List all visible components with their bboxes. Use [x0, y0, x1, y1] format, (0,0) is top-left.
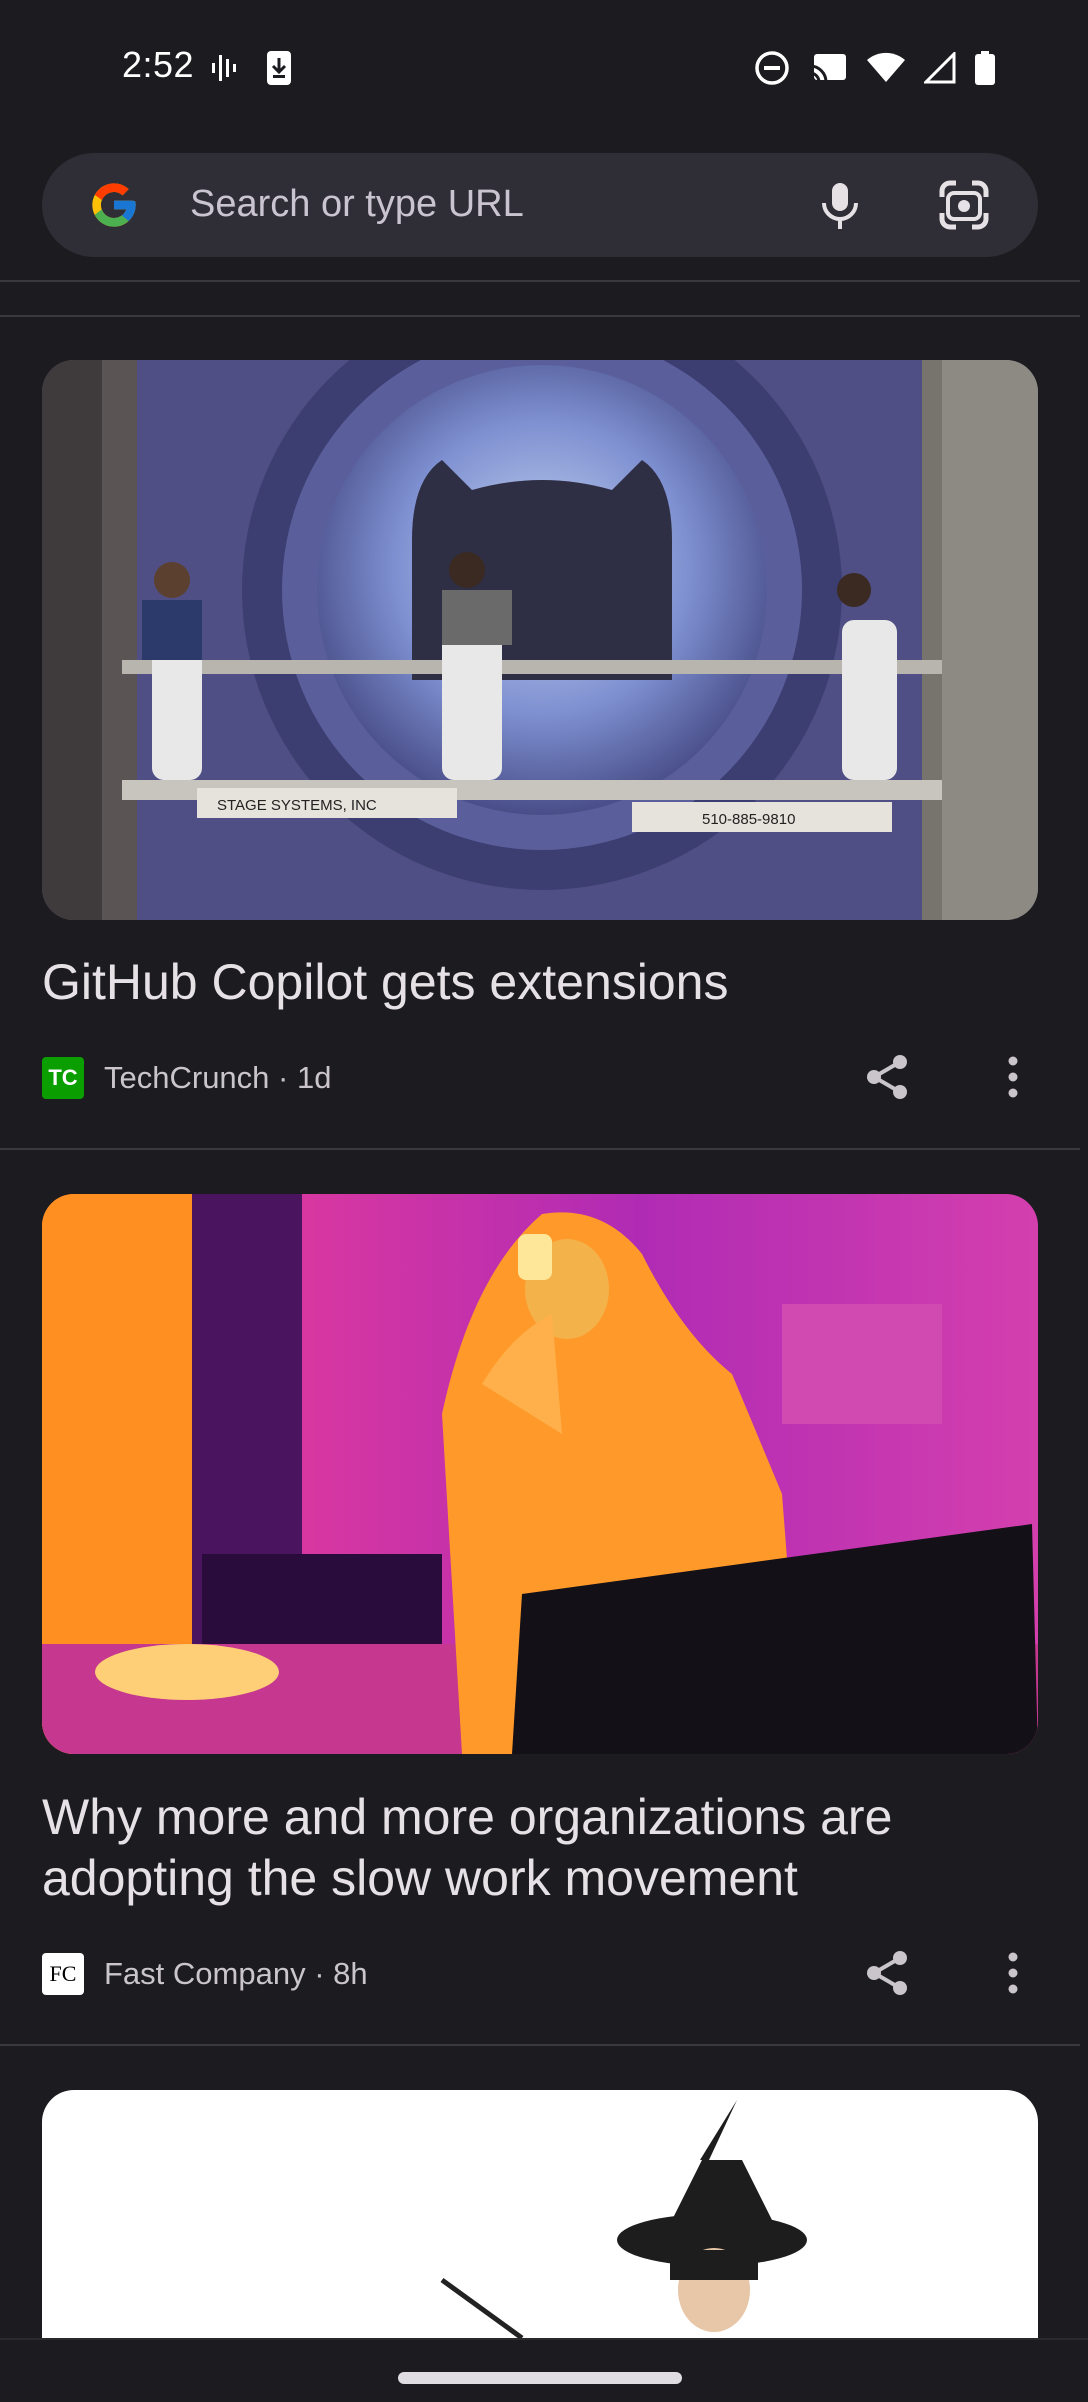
- thermal-office-illustration: [42, 1194, 1038, 1754]
- wifi-icon: [867, 52, 905, 82]
- microphone-icon[interactable]: [812, 177, 868, 233]
- witch-hat-illustration: [440, 2100, 807, 2338]
- more-options-icon[interactable]: [990, 1948, 1036, 1998]
- divider: [0, 1148, 1080, 1150]
- article-image-github[interactable]: STAGE SYSTEMS, INC 510-885-9810: [42, 360, 1038, 920]
- article-title[interactable]: Why more and more organizations are adop…: [42, 1787, 1022, 1909]
- share-icon[interactable]: [862, 1052, 912, 1102]
- divider: [0, 315, 1080, 317]
- google-lens-icon[interactable]: [936, 177, 992, 233]
- article-meta: TC TechCrunch · 1d: [42, 1056, 331, 1100]
- cell-signal-icon: [924, 52, 956, 84]
- do-not-disturb-icon: [755, 51, 789, 85]
- article-meta: FC Fast Company · 8h: [42, 1952, 368, 1996]
- platform-phone: 510-885-9810: [702, 811, 795, 828]
- article-image-slow-work[interactable]: [42, 1194, 1038, 1754]
- google-logo-icon: [92, 183, 136, 227]
- fast-company-logo-text: FC: [49, 1961, 77, 1986]
- search-bar[interactable]: Search or type URL: [42, 153, 1038, 257]
- battery-icon: [975, 51, 995, 85]
- status-right-icons: [754, 50, 996, 86]
- article-source-time: TechCrunch · 1d: [104, 1060, 332, 1095]
- platform-label: STAGE SYSTEMS, INC: [217, 797, 377, 814]
- status-left-icons: [210, 50, 292, 86]
- fast-company-logo-icon: FC: [42, 1953, 84, 1995]
- article-source-time: Fast Company · 8h: [104, 1956, 368, 1991]
- more-options-icon[interactable]: [990, 1052, 1036, 1102]
- divider: [0, 280, 1080, 282]
- audio-waveform-icon: [212, 55, 236, 81]
- github-mural-illustration: STAGE SYSTEMS, INC 510-885-9810: [42, 360, 1038, 920]
- divider: [0, 2044, 1080, 2046]
- article-image-partial[interactable]: [42, 2090, 1038, 2338]
- gesture-nav-bar: [0, 2338, 1088, 2402]
- techcrunch-logo-icon: TC: [42, 1057, 84, 1099]
- techcrunch-logo-text: TC: [48, 1065, 78, 1090]
- status-time: 2:52: [122, 44, 195, 85]
- article-title[interactable]: GitHub Copilot gets extensions: [42, 952, 1022, 1013]
- share-icon[interactable]: [862, 1948, 912, 1998]
- search-input[interactable]: Search or type URL: [190, 183, 524, 226]
- cast-icon: [809, 54, 846, 83]
- home-gesture-handle[interactable]: [398, 2372, 682, 2384]
- download-icon: [267, 51, 291, 85]
- status-bar: 2:52: [0, 0, 1088, 130]
